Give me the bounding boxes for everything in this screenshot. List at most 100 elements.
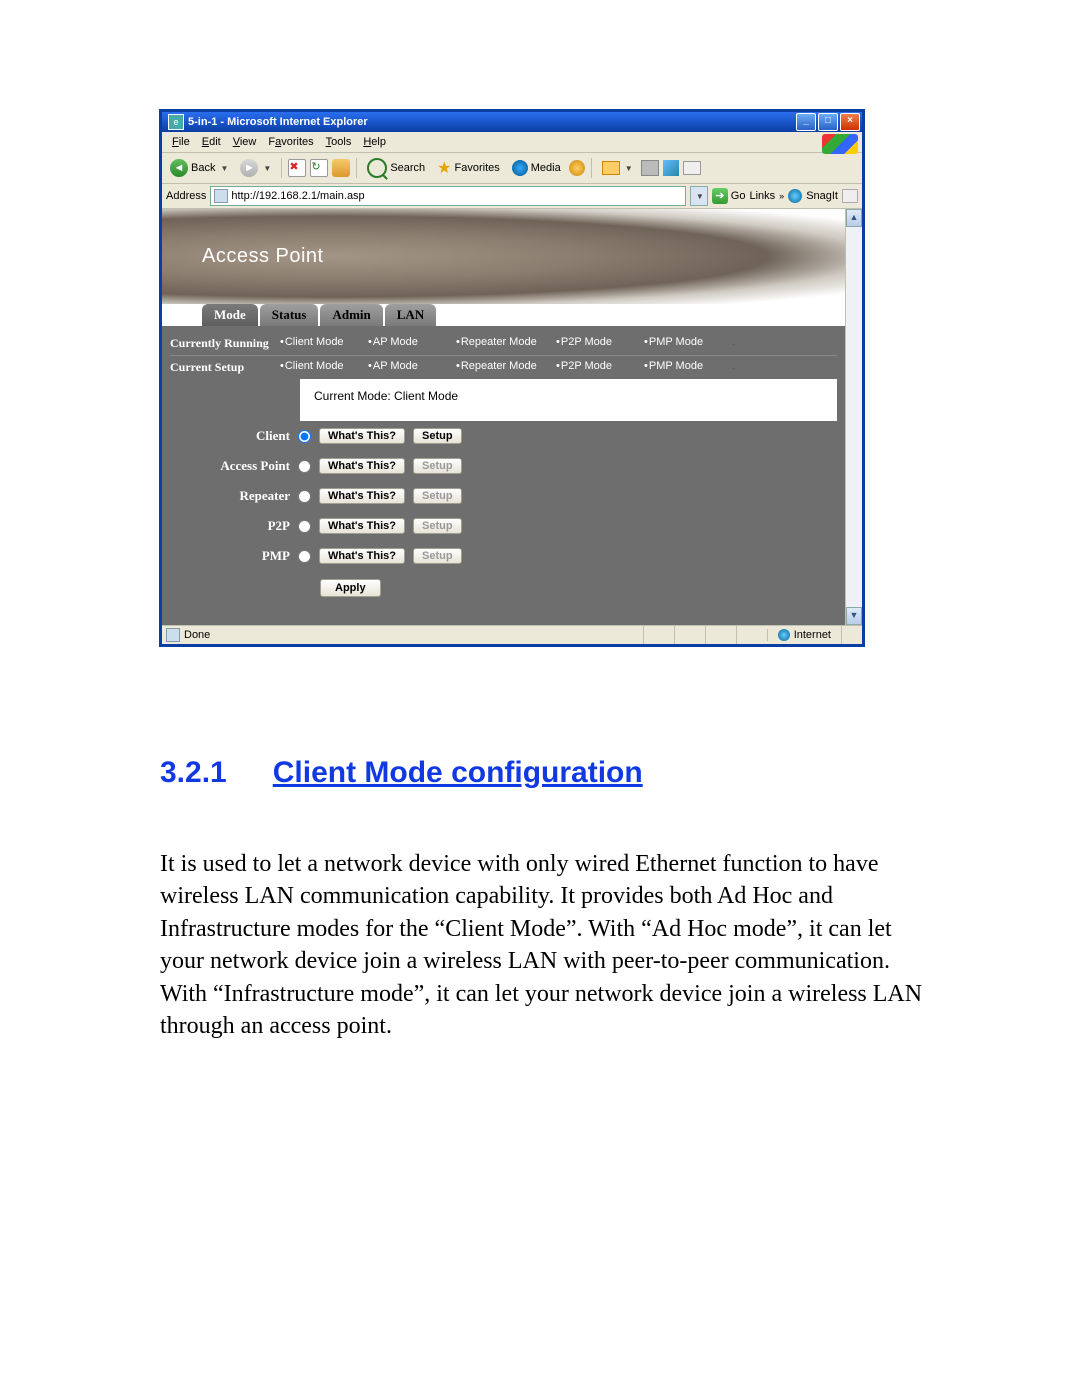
cell-repeater[interactable]: Repeater Mode [456,336,546,351]
status-cell [674,626,705,644]
radio-ap[interactable] [298,460,311,473]
back-dropdown-icon[interactable]: ▼ [220,164,228,173]
tab-lan[interactable]: LAN [385,304,436,326]
zone-label: Internet [794,629,831,641]
menu-view[interactable]: View [227,134,263,150]
whats-this-ap[interactable]: What's This? [319,458,405,474]
print-icon[interactable] [641,160,659,176]
favorites-button[interactable]: ★ Favorites [433,156,504,180]
media-icon [512,160,528,176]
whats-this-repeater[interactable]: What's This? [319,488,405,504]
mail-button[interactable]: ▼ [598,159,637,177]
scroll-up-icon[interactable]: ▲ [846,209,862,227]
toolbar-separator [591,158,592,178]
vertical-scrollbar[interactable]: ▲ ▼ [845,209,862,625]
media-label: Media [531,162,561,174]
forward-dropdown-icon[interactable]: ▼ [263,164,271,173]
back-arrow-icon: ◄ [170,159,188,177]
discuss-icon[interactable] [683,161,701,175]
page-icon [214,189,228,203]
mail-dropdown-icon[interactable]: ▼ [625,164,633,173]
status-cell [705,626,736,644]
row-label: Currently Running [170,336,270,351]
setup-pmp[interactable]: Setup [413,548,462,564]
back-button[interactable]: ◄ Back ▼ [166,157,232,179]
minimize-button[interactable]: _ [796,113,816,131]
maximize-button[interactable]: □ [818,113,838,131]
row-label: Current Setup [170,360,270,375]
scroll-down-icon[interactable]: ▼ [846,607,862,625]
tab-status[interactable]: Status [260,304,319,326]
cell-pmp[interactable]: PMP Mode [644,360,722,375]
page-icon [166,628,180,642]
address-dropdown[interactable]: ▼ [690,186,708,206]
menu-tools[interactable]: Tools [320,134,358,150]
mode-row-p2p: P2P What's This? Setup [170,511,837,541]
links-label[interactable]: Links [749,190,775,202]
menu-file[interactable]: File [166,134,196,150]
toolbar-separator [281,158,282,178]
home-icon[interactable] [332,159,350,177]
whats-this-pmp[interactable]: What's This? [319,548,405,564]
links-chevron-icon[interactable]: » [779,191,784,201]
cell-ap[interactable]: AP Mode [368,360,446,375]
window-title: 5-in-1 - Microsoft Internet Explorer [188,116,796,128]
tab-admin[interactable]: Admin [320,304,382,326]
search-icon [367,158,387,178]
forward-button[interactable]: ► ▼ [236,157,275,179]
cell-repeater[interactable]: Repeater Mode [456,360,546,375]
ie-app-icon: e [168,114,184,130]
status-text: Done [184,629,210,641]
apply-button[interactable]: Apply [320,579,381,597]
scroll-track[interactable] [846,227,862,607]
banner-title: Access Point [202,245,324,268]
resize-grip[interactable] [841,626,862,644]
menu-favorites[interactable]: Favorites [262,134,319,150]
address-input[interactable]: http://192.168.2.1/main.asp [210,186,685,206]
setup-repeater[interactable]: Setup [413,488,462,504]
menu-edit[interactable]: Edit [196,134,227,150]
mode-label-repeater: Repeater [170,488,290,504]
titlebar[interactable]: e 5-in-1 - Microsoft Internet Explorer _… [162,112,862,132]
windows-flag-icon [822,134,858,154]
mode-panel: Currently Running Client Mode AP Mode Re… [162,326,845,625]
mode-row-repeater: Repeater What's This? Setup [170,481,837,511]
nav-tabs: Mode Status Admin LAN [162,304,845,326]
cell-client[interactable]: Client Mode [280,336,358,351]
mode-row-pmp: PMP What's This? Setup [170,541,837,571]
row-currently-running: Currently Running Client Mode AP Mode Re… [170,332,837,356]
history-icon[interactable] [569,160,585,176]
tab-mode[interactable]: Mode [202,304,258,326]
radio-client[interactable] [298,430,311,443]
close-button[interactable]: × [840,113,860,131]
security-zone[interactable]: Internet [767,629,841,641]
globe-icon [778,629,790,641]
cell-p2p[interactable]: P2P Mode [556,336,634,351]
whats-this-p2p[interactable]: What's This? [319,518,405,534]
snagit-icon [788,189,802,203]
whats-this-client[interactable]: What's This? [319,428,405,444]
edit-icon[interactable] [663,160,679,176]
setup-ap[interactable]: Setup [413,458,462,474]
snagit-label[interactable]: SnagIt [806,190,838,202]
cell-ap[interactable]: AP Mode [368,336,446,351]
menu-help[interactable]: Help [357,134,392,150]
go-label: Go [731,190,746,202]
radio-repeater[interactable] [298,490,311,503]
setup-client[interactable]: Setup [413,428,462,444]
stop-icon[interactable]: ✖ [288,159,306,177]
media-button[interactable]: Media [508,158,565,178]
search-button[interactable]: Search [363,156,429,180]
snagit-capture-icon[interactable] [842,189,858,203]
radio-p2p[interactable] [298,520,311,533]
favorites-label: Favorites [455,162,500,174]
refresh-icon[interactable]: ↻ [310,159,328,177]
cell-client[interactable]: Client Mode [280,360,358,375]
search-label: Search [390,162,425,174]
setup-p2p[interactable]: Setup [413,518,462,534]
section-paragraph: It is used to let a network device with … [160,848,930,1042]
cell-pmp[interactable]: PMP Mode [644,336,722,351]
go-button[interactable]: ➔ Go [712,188,746,204]
cell-p2p[interactable]: P2P Mode [556,360,634,375]
radio-pmp[interactable] [298,550,311,563]
